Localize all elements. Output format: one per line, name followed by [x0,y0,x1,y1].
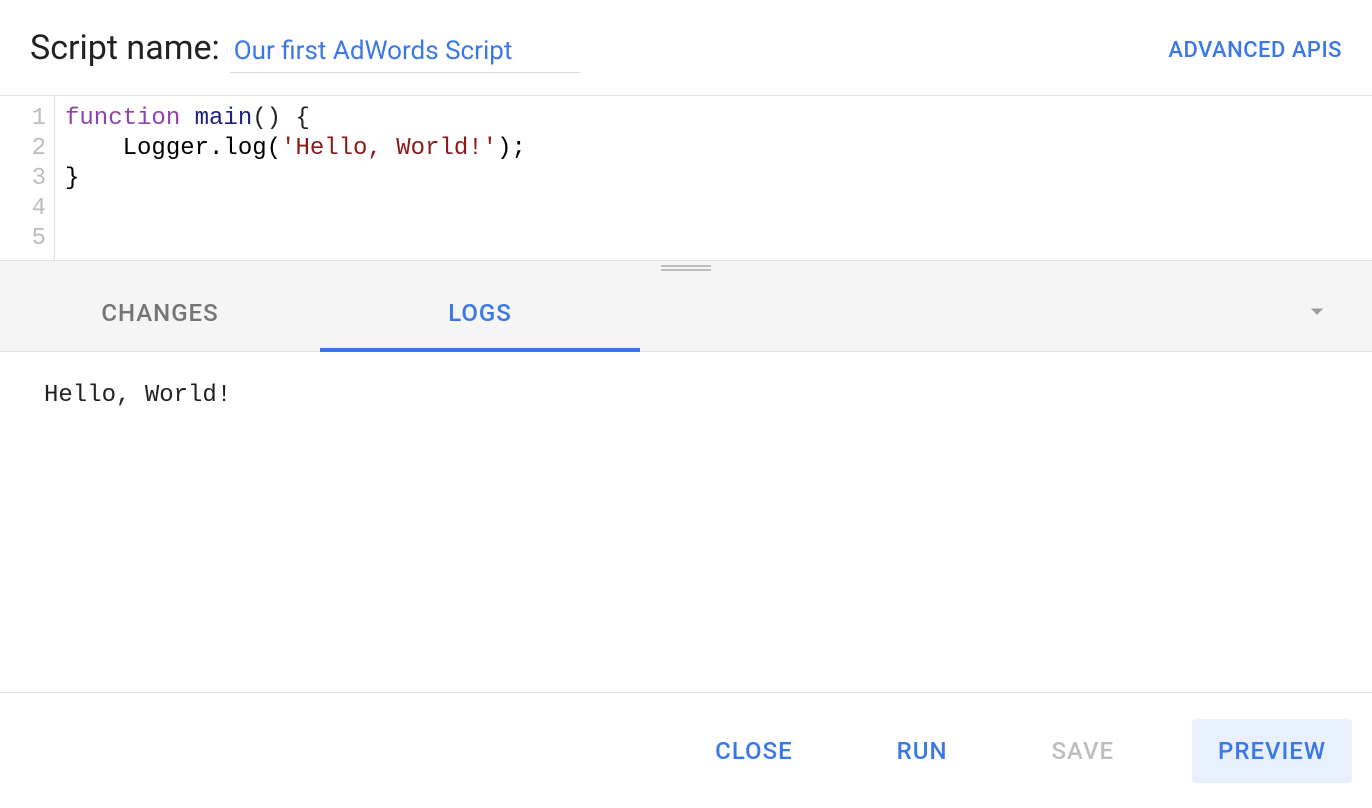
line-number: 2 [0,134,46,164]
code-string: 'Hello, World!' [281,135,497,162]
script-name-label: Script name: [30,28,220,68]
preview-button[interactable]: PREVIEW [1192,719,1352,783]
code-text: () { [252,105,310,132]
logs-output: Hello, World! [0,352,1372,692]
code-keyword: function [65,105,180,132]
line-number-gutter: 1 2 3 4 5 [0,96,55,260]
footer-actions: CLOSE RUN SAVE PREVIEW [0,692,1372,808]
code-editor[interactable]: 1 2 3 4 5 function main() { Logger.log('… [0,95,1372,260]
code-text: ); [497,135,526,162]
code-func-name: main [195,105,253,132]
line-number: 5 [0,224,46,254]
code-text: Logger.log( [65,135,281,162]
script-name-input[interactable] [234,36,574,66]
drag-handle-icon [661,265,711,271]
code-text: } [65,165,79,192]
output-tabs: CHANGES LOGS [0,274,1372,352]
code-content[interactable]: function main() { Logger.log('Hello, Wor… [55,96,1372,260]
tab-changes[interactable]: CHANGES [0,274,320,351]
close-button[interactable]: CLOSE [689,719,819,783]
header-bar: Script name: ADVANCED APIS [0,0,1372,95]
advanced-apis-link[interactable]: ADVANCED APIS [1168,38,1342,63]
chevron-down-icon [1302,296,1332,326]
log-line: Hello, World! [44,382,1328,409]
save-button: SAVE [1026,719,1141,783]
line-number: 1 [0,104,46,134]
header-left: Script name: [30,28,580,73]
panel-resize-handle[interactable] [0,260,1372,274]
run-button[interactable]: RUN [871,719,974,783]
line-number: 4 [0,194,46,224]
collapse-panel-button[interactable] [1302,296,1332,330]
tab-logs[interactable]: LOGS [320,274,640,351]
script-name-field-wrap [230,36,580,73]
line-number: 3 [0,164,46,194]
